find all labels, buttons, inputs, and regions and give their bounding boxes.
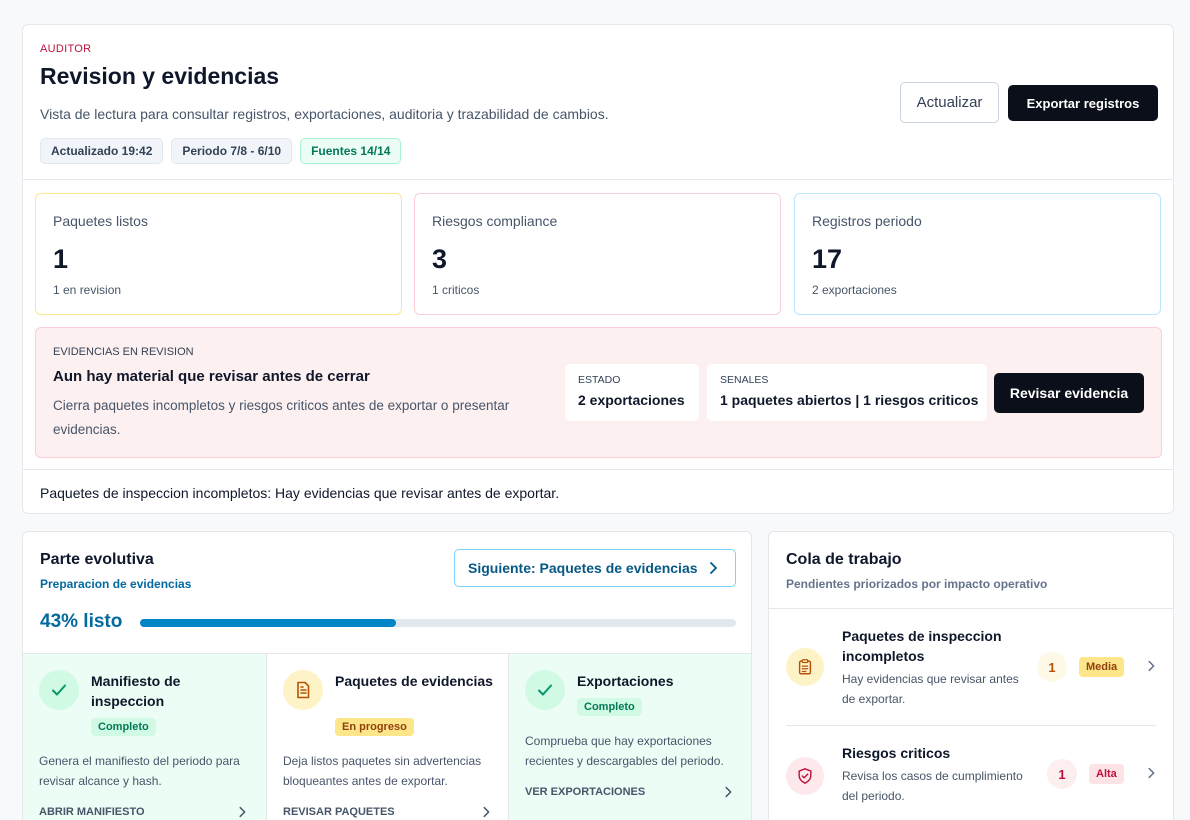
stat-value: 1	[53, 244, 69, 274]
estado-value: 2 exportaciones	[578, 392, 685, 408]
status-badge: En progreso	[335, 718, 414, 736]
chevron-right-icon	[239, 806, 246, 818]
status-badge: Completo	[577, 698, 642, 716]
review-packages-link[interactable]: REVISAR PAQUETES	[283, 806, 493, 818]
page-title: Revision y evidencias	[40, 63, 280, 89]
divider	[23, 179, 1173, 180]
step-title: Exportaciones	[577, 673, 674, 689]
stat-label: Riesgos compliance	[432, 213, 558, 229]
shield-check-icon	[786, 757, 824, 795]
divider	[23, 469, 1173, 470]
stat-sub: 1 en revision	[53, 283, 122, 297]
stat-value: 17	[812, 244, 843, 274]
step-exports: Exportaciones Completo Comprueba que hay…	[509, 654, 751, 820]
link-label: VER EXPORTACIONES	[525, 786, 646, 798]
review-header-card: AUDITOR Revision y evidencias Vista de l…	[22, 24, 1174, 514]
clipboard-icon	[786, 648, 824, 686]
incomplete-packages-note: Paquetes de inspeccion incompletos: Hay …	[40, 485, 560, 501]
link-label: ABRIR MANIFIESTO	[39, 806, 145, 818]
period-chip: Periodo 7/8 - 6/10	[171, 138, 293, 164]
queue-item-desc: Hay evidencias que revisar antes de expo…	[842, 672, 1019, 706]
review-evidence-button[interactable]: Revisar evidencia	[994, 373, 1144, 413]
evolutive-card: Parte evolutiva Preparacion de evidencia…	[22, 531, 752, 820]
progress-label: 43% listo	[40, 611, 123, 632]
step-text: Comprueba que hay exportaciones reciente…	[525, 734, 724, 768]
divider	[769, 608, 1173, 609]
queue-title: Cola de trabajo	[786, 551, 902, 568]
step-text: Deja listos paquetes sin advertencias bl…	[283, 754, 482, 788]
queue-item-name: Paquetes de inspeccion incompletos	[842, 628, 1002, 664]
senales-value: 1 paquetes abiertos | 1 riesgos criticos	[720, 392, 979, 408]
refresh-button[interactable]: Actualizar	[900, 82, 999, 123]
step-title: Manifiesto de inspeccion	[91, 673, 181, 709]
stat-card-records: Registros periodo 17 2 exportaciones	[794, 193, 1161, 315]
stat-label: Paquetes listos	[53, 213, 148, 229]
evolutive-subtitle: Preparacion de evidencias	[40, 577, 192, 591]
stat-value: 3	[432, 244, 448, 274]
stat-label: Registros periodo	[812, 213, 922, 229]
next-step-button[interactable]: Siguiente: Paquetes de evidencias	[454, 549, 736, 587]
step-title: Paquetes de evidencias	[335, 673, 493, 689]
queue-item-desc: Revisa los casos de cumplimiento del per…	[842, 769, 1023, 803]
senales-box: SENALES 1 paquetes abiertos | 1 riesgos …	[707, 364, 987, 421]
chevron-right-icon	[1148, 660, 1155, 672]
stat-card-risks: Riesgos compliance 3 1 criticos	[414, 193, 781, 315]
step-text: Genera el manifiesto del periodo para re…	[39, 754, 240, 788]
step-manifest: Manifiesto de inspeccion Completo Genera…	[23, 654, 266, 820]
queue-item-count: 1	[1047, 759, 1077, 789]
evolutive-title: Parte evolutiva	[40, 551, 154, 568]
stat-sub: 2 exportaciones	[812, 283, 897, 297]
chevron-right-icon	[725, 786, 732, 798]
progress-bar-fill	[140, 619, 397, 627]
queue-subtitle: Pendientes priorizados por impacto opera…	[786, 577, 1048, 591]
steps-row: Manifiesto de inspeccion Completo Genera…	[23, 653, 751, 820]
alert-eyebrow: EVIDENCIAS EN REVISION	[53, 346, 194, 358]
chevron-right-icon	[710, 562, 717, 574]
estado-box: ESTADO 2 exportaciones	[565, 364, 699, 421]
export-records-button[interactable]: Exportar registros	[1008, 85, 1158, 121]
queue-item[interactable]: Riesgos criticos Revisa los casos de cum…	[786, 743, 1158, 820]
stat-card-packages: Paquetes listos 1 1 en revision	[35, 193, 402, 315]
view-exports-link[interactable]: VER EXPORTACIONES	[525, 786, 735, 798]
role-eyebrow: AUDITOR	[40, 43, 92, 55]
divider	[786, 725, 1156, 726]
priority-badge: Media	[1079, 657, 1125, 677]
check-icon	[525, 670, 565, 710]
status-badge: Completo	[91, 718, 156, 736]
estado-label: ESTADO	[578, 374, 621, 386]
stat-sub: 1 criticos	[432, 283, 480, 297]
priority-badge: Alta	[1089, 764, 1124, 784]
updated-chip: Actualizado 19:42	[40, 138, 164, 164]
sources-chip: Fuentes 14/14	[300, 138, 402, 164]
next-step-label: Siguiente: Paquetes de evidencias	[468, 560, 698, 576]
progress-bar	[140, 619, 736, 627]
chevron-right-icon	[483, 806, 490, 818]
link-label: REVISAR PAQUETES	[283, 806, 395, 818]
alert-text: Cierra paquetes incompletos y riesgos cr…	[53, 398, 510, 437]
check-icon	[39, 670, 79, 710]
open-manifest-link[interactable]: ABRIR MANIFIESTO	[39, 806, 249, 818]
senales-label: SENALES	[720, 374, 769, 386]
queue-item-name: Riesgos criticos	[842, 745, 951, 761]
step-packages: Paquetes de evidencias En progreso Deja …	[266, 654, 509, 820]
evidence-alert: EVIDENCIAS EN REVISION Aun hay material …	[35, 327, 1162, 458]
status-chips: Actualizado 19:42 Periodo 7/8 - 6/10 Fue…	[40, 138, 402, 164]
queue-item-count: 1	[1037, 652, 1067, 682]
chevron-right-icon	[1148, 767, 1155, 779]
alert-title: Aun hay material que revisar antes de ce…	[53, 368, 370, 385]
page-subtitle: Vista de lectura para consultar registro…	[40, 106, 609, 122]
work-queue-card: Cola de trabajo Pendientes priorizados p…	[768, 531, 1174, 820]
queue-item[interactable]: Paquetes de inspeccion incompletos Hay e…	[786, 626, 1158, 726]
document-icon	[283, 670, 323, 710]
